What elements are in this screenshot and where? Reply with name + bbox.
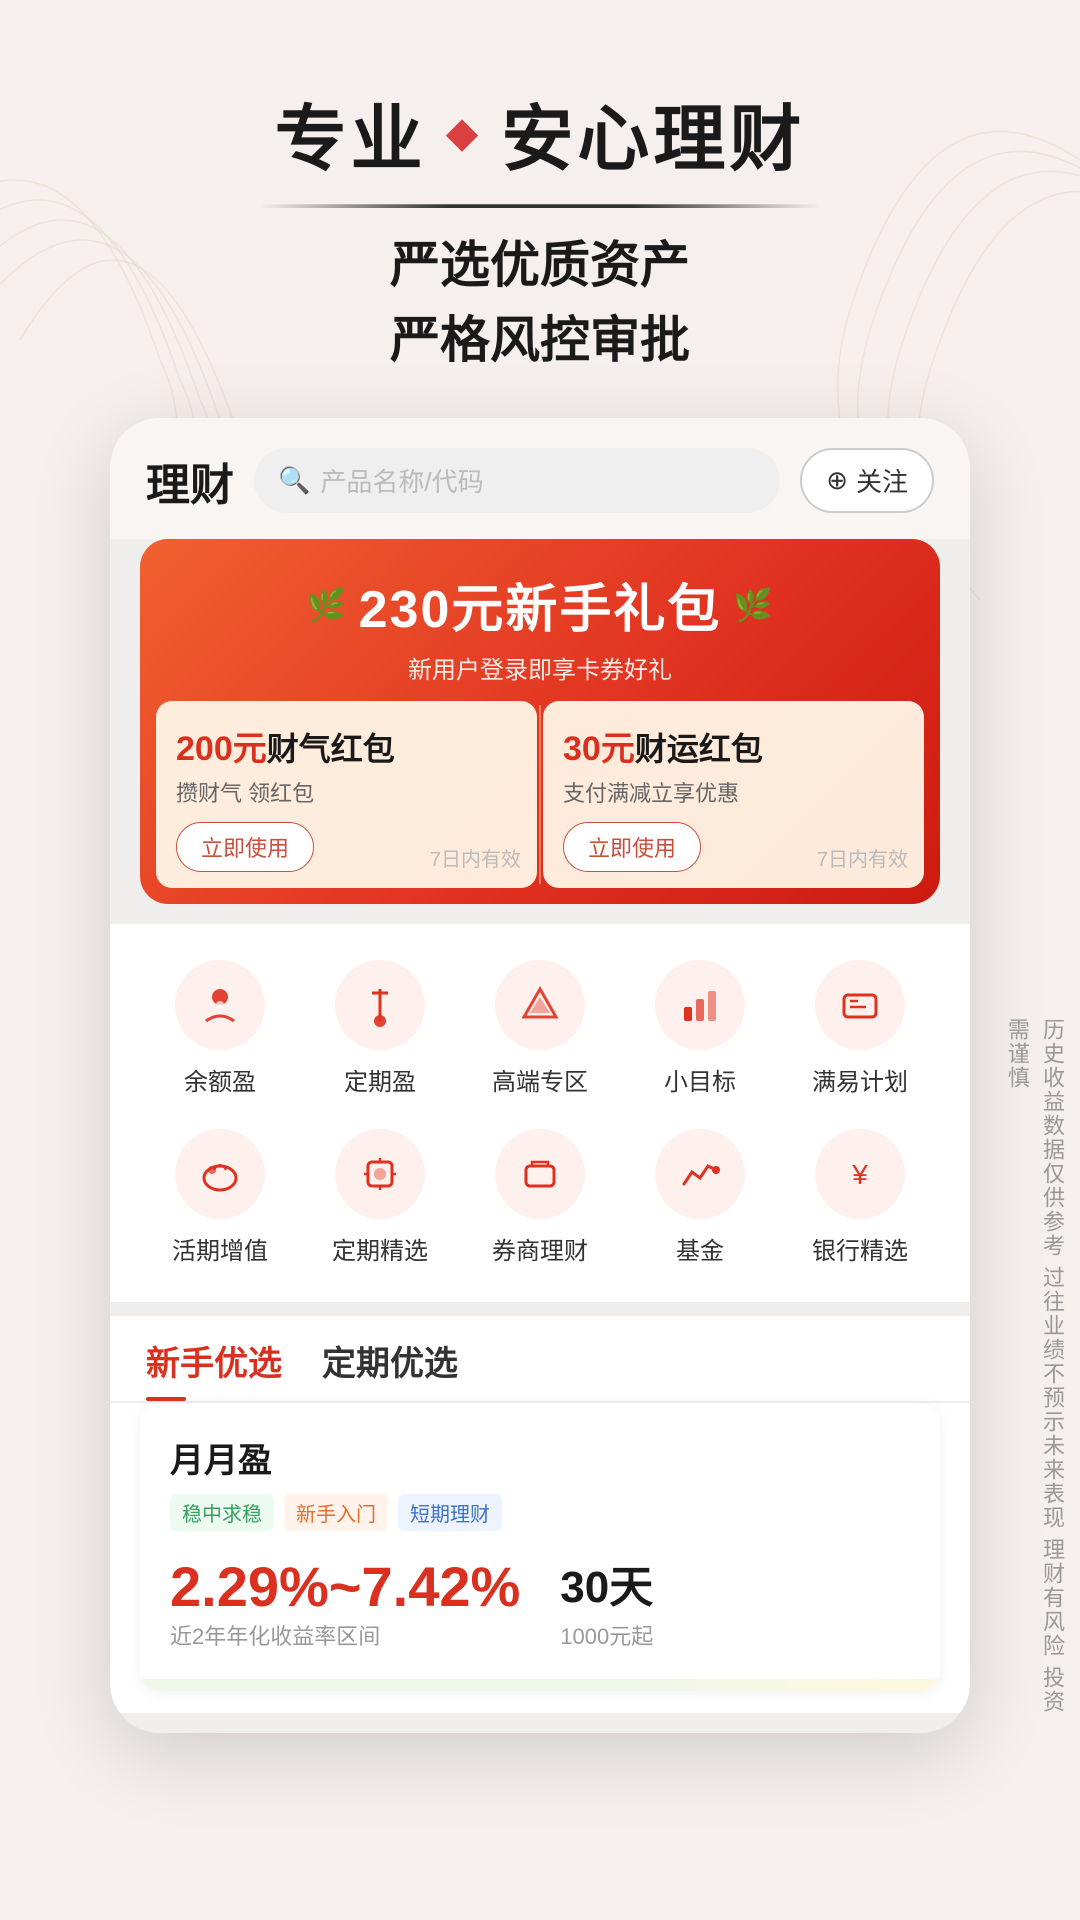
banner-leaf-left: 🌿 — [307, 586, 347, 624]
card2-amount: 30元 — [563, 730, 635, 768]
search-icon: 🔍 — [278, 465, 310, 496]
menu-label-manyiji: 满易计划 — [812, 1062, 908, 1097]
dingqijx-icon — [335, 1129, 425, 1219]
product-card-bottom-bar — [140, 1679, 940, 1691]
menu-item-gaoduan[interactable]: 高端专区 — [460, 944, 620, 1113]
menu-label-yueying: 余额盈 — [184, 1062, 256, 1097]
app-header: 理财 🔍 产品名称/代码 ⊕ 关注 — [110, 418, 970, 529]
follow-icon: ⊕ — [826, 465, 848, 496]
product-tag-3: 短期理财 — [398, 1494, 502, 1531]
menu-label-gaoduan: 高端专区 — [492, 1062, 588, 1097]
card2-title: 财运红包 — [635, 731, 763, 767]
subtitle-line1: 严选优质资产 — [0, 228, 1080, 303]
product-stats: 2.29%~7.42% 近2年年化收益率区间 30天 1000元起 — [170, 1551, 910, 1651]
side-disclaimer: 历史收益数据仅供参考 过往业绩不预示未来表现 理财有风险 投资需谨慎 — [1000, 1018, 1070, 1733]
menu-item-huoqi[interactable]: 活期增值 — [140, 1113, 300, 1282]
banner-card-2[interactable]: 30元财运红包 支付满减立享优惠 立即使用 7日内有效 — [543, 701, 924, 888]
yinhang-icon: ¥ — [815, 1129, 905, 1219]
hero-title: 专业 ◆ 安心理财 — [0, 80, 1080, 185]
huoqi-icon — [175, 1129, 265, 1219]
card2-validity: 7日内有效 — [817, 843, 908, 872]
banner-header: 🌿 230元新手礼包 🌿 新用户登录即享卡券好礼 — [140, 539, 940, 701]
product-rate-label: 近2年年化收益率区间 — [170, 1619, 520, 1651]
phone-mockup: 理财 🔍 产品名称/代码 ⊕ 关注 🌿 230元新手礼包 — [110, 418, 970, 1733]
hero-title-left: 专业 — [275, 80, 427, 185]
card2-desc: 支付满减立享优惠 — [563, 776, 904, 808]
product-period-label: 1000元起 — [560, 1619, 653, 1651]
search-input-placeholder: 产品名称/代码 — [320, 462, 483, 499]
menu-item-jijin[interactable]: 基金 — [620, 1113, 780, 1282]
tabs-row: 新手优选 定期优选 — [146, 1336, 934, 1401]
menu-label-quanshang: 券商理财 — [492, 1231, 588, 1266]
card1-validity: 7日内有效 — [430, 843, 521, 872]
card2-use-button[interactable]: 立即使用 — [563, 822, 701, 872]
banner-leaf-right: 🌿 — [733, 586, 773, 624]
xiaomubiao-icon — [655, 960, 745, 1050]
banner-amount: 230元新手礼包 — [359, 567, 722, 642]
hero-subtitle: 严选优质资产 严格风控审批 — [0, 228, 1080, 378]
hero-diamond: ◆ — [447, 110, 482, 156]
svg-text:¥: ¥ — [851, 1159, 868, 1190]
menu-item-quanshang[interactable]: 券商理财 — [460, 1113, 620, 1282]
product-tag-1: 稳中求稳 — [170, 1494, 274, 1531]
card1-amount: 200元 — [176, 730, 267, 768]
jijin-icon — [655, 1129, 745, 1219]
product-period-block: 30天 1000元起 — [560, 1551, 653, 1651]
hero-header: 专业 ◆ 安心理财 严选优质资产 严格风控审批 — [0, 0, 1080, 418]
banner-card-divider — [539, 705, 541, 884]
menu-label-dingqijx: 定期精选 — [332, 1231, 428, 1266]
product-tag-2: 新手入门 — [284, 1494, 388, 1531]
card1-amount-title: 200元财气红包 — [176, 721, 517, 770]
banner-cards-row: 200元财气红包 攒财气 领红包 立即使用 7日内有效 30元财运红包 支付满减… — [140, 701, 940, 904]
promo-banner[interactable]: 🌿 230元新手礼包 🌿 新用户登录即享卡券好礼 200元财气红包 攒财气 领红… — [140, 539, 940, 904]
menu-label-xiaomubiao: 小目标 — [664, 1062, 736, 1097]
menu-label-dingqi: 定期盈 — [344, 1062, 416, 1097]
follow-label: 关注 — [856, 462, 908, 499]
search-bar[interactable]: 🔍 产品名称/代码 — [254, 448, 780, 513]
menu-label-yinhang: 银行精选 — [812, 1231, 908, 1266]
card1-desc: 攒财气 领红包 — [176, 776, 517, 808]
banner-subtitle: 新用户登录即享卡券好礼 — [160, 650, 920, 685]
app-title: 理财 — [146, 449, 234, 513]
menu-item-manyiji[interactable]: 满易计划 — [780, 944, 940, 1113]
yueying-icon — [175, 960, 265, 1050]
menu-label-jijin: 基金 — [676, 1231, 724, 1266]
gaoduan-icon — [495, 960, 585, 1050]
tab-dingqiyx[interactable]: 定期优选 — [322, 1336, 458, 1401]
menu-item-dingqijx[interactable]: 定期精选 — [300, 1113, 460, 1282]
card1-use-button[interactable]: 立即使用 — [176, 822, 314, 872]
product-period-value: 30天 — [560, 1551, 653, 1615]
menu-label-huoqi: 活期增值 — [172, 1231, 268, 1266]
quanshang-icon — [495, 1129, 585, 1219]
banner-card-1[interactable]: 200元财气红包 攒财气 领红包 立即使用 7日内有效 — [156, 701, 537, 888]
manyiji-icon — [815, 960, 905, 1050]
hero-title-right: 安心理财 — [501, 80, 805, 185]
subtitle-line2: 严格风控审批 — [0, 303, 1080, 378]
card2-amount-title: 30元财运红包 — [563, 721, 904, 770]
menu-grid: 余额盈 定期盈 高端专区 — [110, 924, 970, 1302]
product-card-yueyuey[interactable]: 月月盈 稳中求稳 新手入门 短期理财 2.29%~7.42% 近2年年化收益率区… — [140, 1403, 940, 1691]
menu-item-yinhang[interactable]: ¥ 银行精选 — [780, 1113, 940, 1282]
product-rate: 2.29%~7.42% — [170, 1554, 520, 1619]
product-name: 月月盈 — [170, 1433, 910, 1482]
menu-item-yueying[interactable]: 余额盈 — [140, 944, 300, 1113]
follow-button[interactable]: ⊕ 关注 — [800, 448, 934, 513]
product-tabs: 新手优选 定期优选 — [110, 1316, 970, 1401]
card1-title: 财气红包 — [267, 731, 395, 767]
hero-divider — [260, 205, 820, 208]
menu-item-dingqi[interactable]: 定期盈 — [300, 944, 460, 1113]
menu-item-xiaomubiao[interactable]: 小目标 — [620, 944, 780, 1113]
product-tags: 稳中求稳 新手入门 短期理财 — [170, 1494, 910, 1531]
tab-xinshoux[interactable]: 新手优选 — [146, 1336, 282, 1401]
dingqi-icon — [335, 960, 425, 1050]
